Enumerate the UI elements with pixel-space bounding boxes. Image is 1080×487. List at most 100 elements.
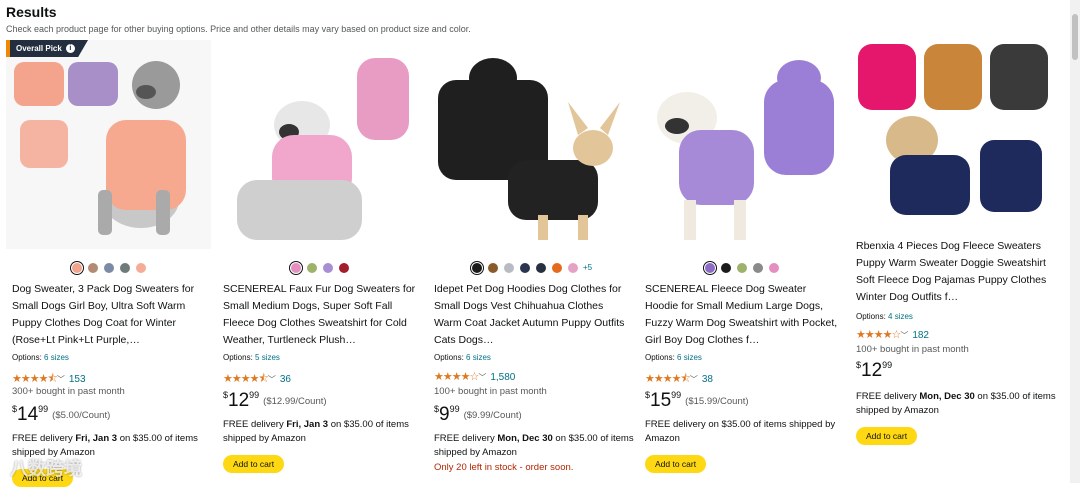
price-whole: 15 bbox=[650, 390, 672, 411]
product-title[interactable]: Dog Sweater, 3 Pack Dog Sweaters for Sma… bbox=[12, 281, 208, 349]
star-rating-icon[interactable]: ★★★★⯪ bbox=[12, 373, 58, 385]
product-card[interactable]: +5 Idepet Pet Dog Hoodies Dog Clothes fo… bbox=[428, 40, 634, 483]
color-swatch[interactable] bbox=[487, 262, 498, 273]
rating-count[interactable]: 182 bbox=[912, 330, 929, 341]
product-options: Options: 6 sizes bbox=[12, 353, 69, 362]
add-to-cart-button[interactable]: Add to cart bbox=[645, 455, 707, 473]
color-swatch[interactable] bbox=[119, 262, 130, 273]
color-swatch[interactable] bbox=[135, 262, 146, 273]
price[interactable]: $1299($12.99/Count) bbox=[223, 390, 327, 412]
price[interactable]: $999($9.99/Count) bbox=[434, 404, 522, 426]
star-rating-icon[interactable]: ★★★★⯪ bbox=[645, 373, 691, 385]
delivery-date: Mon, Dec 30 bbox=[919, 391, 975, 402]
delivery-date: Fri, Jan 3 bbox=[75, 433, 118, 444]
color-swatch[interactable] bbox=[471, 262, 482, 273]
product-card[interactable]: SCENEREAL Fleece Dog Sweater Hoodie for … bbox=[639, 40, 844, 483]
options-link[interactable]: 5 sizes bbox=[255, 353, 280, 362]
product-title[interactable]: SCENEREAL Fleece Dog Sweater Hoodie for … bbox=[645, 281, 841, 349]
options-label: Options: bbox=[12, 353, 42, 362]
chevron-down-icon[interactable]: ﹀ bbox=[478, 373, 486, 382]
color-swatch[interactable] bbox=[535, 262, 546, 273]
price[interactable]: $1299 bbox=[856, 360, 892, 382]
unit-price: ($5.00/Count) bbox=[52, 410, 111, 421]
scrollbar-thumb[interactable] bbox=[1072, 14, 1078, 60]
more-colors-link[interactable]: +5 bbox=[583, 263, 592, 272]
product-title[interactable]: Idepet Pet Dog Hoodies Dog Clothes for S… bbox=[434, 281, 630, 349]
options-link[interactable]: 6 sizes bbox=[44, 353, 69, 362]
watermark: 八数跨境 bbox=[10, 459, 82, 479]
product-image[interactable] bbox=[850, 40, 1055, 232]
star-rating-icon[interactable]: ★★★★☆ bbox=[434, 371, 479, 383]
bought-count: 100+ bought in past month bbox=[434, 386, 547, 397]
bought-count: 100+ bought in past month bbox=[856, 344, 969, 355]
product-title[interactable]: SCENEREAL Faux Fur Dog Sweaters for Smal… bbox=[223, 281, 419, 349]
options-link[interactable]: 4 sizes bbox=[888, 312, 913, 321]
color-swatch[interactable] bbox=[752, 262, 763, 273]
rating-count[interactable]: 36 bbox=[280, 374, 291, 385]
options-label: Options: bbox=[856, 312, 886, 321]
product-image[interactable] bbox=[6, 40, 211, 249]
rating[interactable]: ★★★★☆﹀ 1,580 bbox=[434, 370, 515, 383]
color-swatch[interactable] bbox=[71, 262, 82, 273]
price-whole: 9 bbox=[439, 404, 450, 425]
color-swatch[interactable] bbox=[322, 262, 333, 273]
color-swatch[interactable] bbox=[87, 262, 98, 273]
color-swatch[interactable] bbox=[567, 262, 578, 273]
price-fraction: 99 bbox=[38, 404, 49, 414]
star-rating-icon[interactable]: ★★★★⯪ bbox=[223, 373, 269, 385]
options-link[interactable]: 6 sizes bbox=[677, 353, 702, 362]
product-options: Options: 4 sizes bbox=[856, 312, 913, 321]
results-subtitle: Check each product page for other buying… bbox=[6, 24, 471, 34]
rating-count[interactable]: 1,580 bbox=[490, 372, 515, 383]
delivery-prefix: FREE delivery on $35.00 of items shipped… bbox=[645, 419, 836, 444]
chevron-down-icon[interactable]: ﹀ bbox=[268, 375, 276, 384]
product-card[interactable]: Overall Pick i Dog Sweater, 3 Pack Dog Sw… bbox=[6, 40, 211, 487]
rating[interactable]: ★★★★⯪﹀ 153 bbox=[12, 370, 86, 385]
color-swatch[interactable] bbox=[720, 262, 731, 273]
color-swatch[interactable] bbox=[306, 262, 317, 273]
product-options: Options: 5 sizes bbox=[223, 353, 280, 362]
color-swatches bbox=[217, 259, 422, 273]
product-image[interactable] bbox=[428, 40, 633, 249]
stock-warning: Only 20 left in stock - order soon. bbox=[434, 462, 574, 473]
dog-sweater-image bbox=[217, 40, 422, 249]
chevron-down-icon[interactable]: ﹀ bbox=[690, 375, 698, 384]
product-card[interactable]: SCENEREAL Faux Fur Dog Sweaters for Smal… bbox=[217, 40, 422, 483]
color-swatch[interactable] bbox=[503, 262, 514, 273]
color-swatch[interactable] bbox=[704, 262, 715, 273]
color-swatch[interactable] bbox=[519, 262, 530, 273]
scrollbar[interactable] bbox=[1070, 0, 1080, 483]
delivery-info: FREE delivery Fri, Jan 3 on $35.00 of it… bbox=[223, 418, 423, 446]
price-fraction: 99 bbox=[249, 390, 260, 400]
rating-count[interactable]: 38 bbox=[702, 374, 713, 385]
color-swatch[interactable] bbox=[551, 262, 562, 273]
chevron-down-icon[interactable]: ﹀ bbox=[57, 375, 65, 384]
color-swatch[interactable] bbox=[103, 262, 114, 273]
product-image[interactable] bbox=[639, 40, 844, 249]
rating[interactable]: ★★★★☆﹀ 182 bbox=[856, 328, 929, 341]
color-swatch[interactable] bbox=[736, 262, 747, 273]
unit-price: ($9.99/Count) bbox=[463, 410, 522, 421]
color-swatch[interactable] bbox=[338, 262, 349, 273]
delivery-info: FREE delivery on $35.00 of items shipped… bbox=[645, 418, 845, 446]
price[interactable]: $1599($15.99/Count) bbox=[645, 390, 749, 412]
color-swatch[interactable] bbox=[768, 262, 779, 273]
add-to-cart-button[interactable]: Add to cart bbox=[856, 427, 918, 445]
product-card[interactable]: Rbenxia 4 Pieces Dog Fleece Sweaters Pup… bbox=[850, 40, 1056, 483]
color-swatches bbox=[6, 259, 211, 273]
delivery-prefix: FREE delivery bbox=[856, 391, 920, 402]
add-to-cart-button[interactable]: Add to cart bbox=[223, 455, 285, 473]
product-title[interactable]: Rbenxia 4 Pieces Dog Fleece Sweaters Pup… bbox=[856, 238, 1052, 306]
chevron-down-icon[interactable]: ﹀ bbox=[900, 331, 908, 340]
product-image[interactable] bbox=[217, 40, 422, 249]
dog-hoodie-image bbox=[639, 40, 844, 249]
price[interactable]: $1499($5.00/Count) bbox=[12, 404, 110, 426]
rating[interactable]: ★★★★⯪﹀ 36 bbox=[223, 370, 291, 385]
star-rating-icon[interactable]: ★★★★☆ bbox=[856, 329, 901, 341]
options-link[interactable]: 6 sizes bbox=[466, 353, 491, 362]
rating[interactable]: ★★★★⯪﹀ 38 bbox=[645, 370, 713, 385]
rating-count[interactable]: 153 bbox=[69, 374, 86, 385]
color-swatch[interactable] bbox=[290, 262, 301, 273]
info-icon[interactable]: i bbox=[65, 44, 75, 53]
delivery-date: Mon, Dec 30 bbox=[497, 433, 553, 444]
